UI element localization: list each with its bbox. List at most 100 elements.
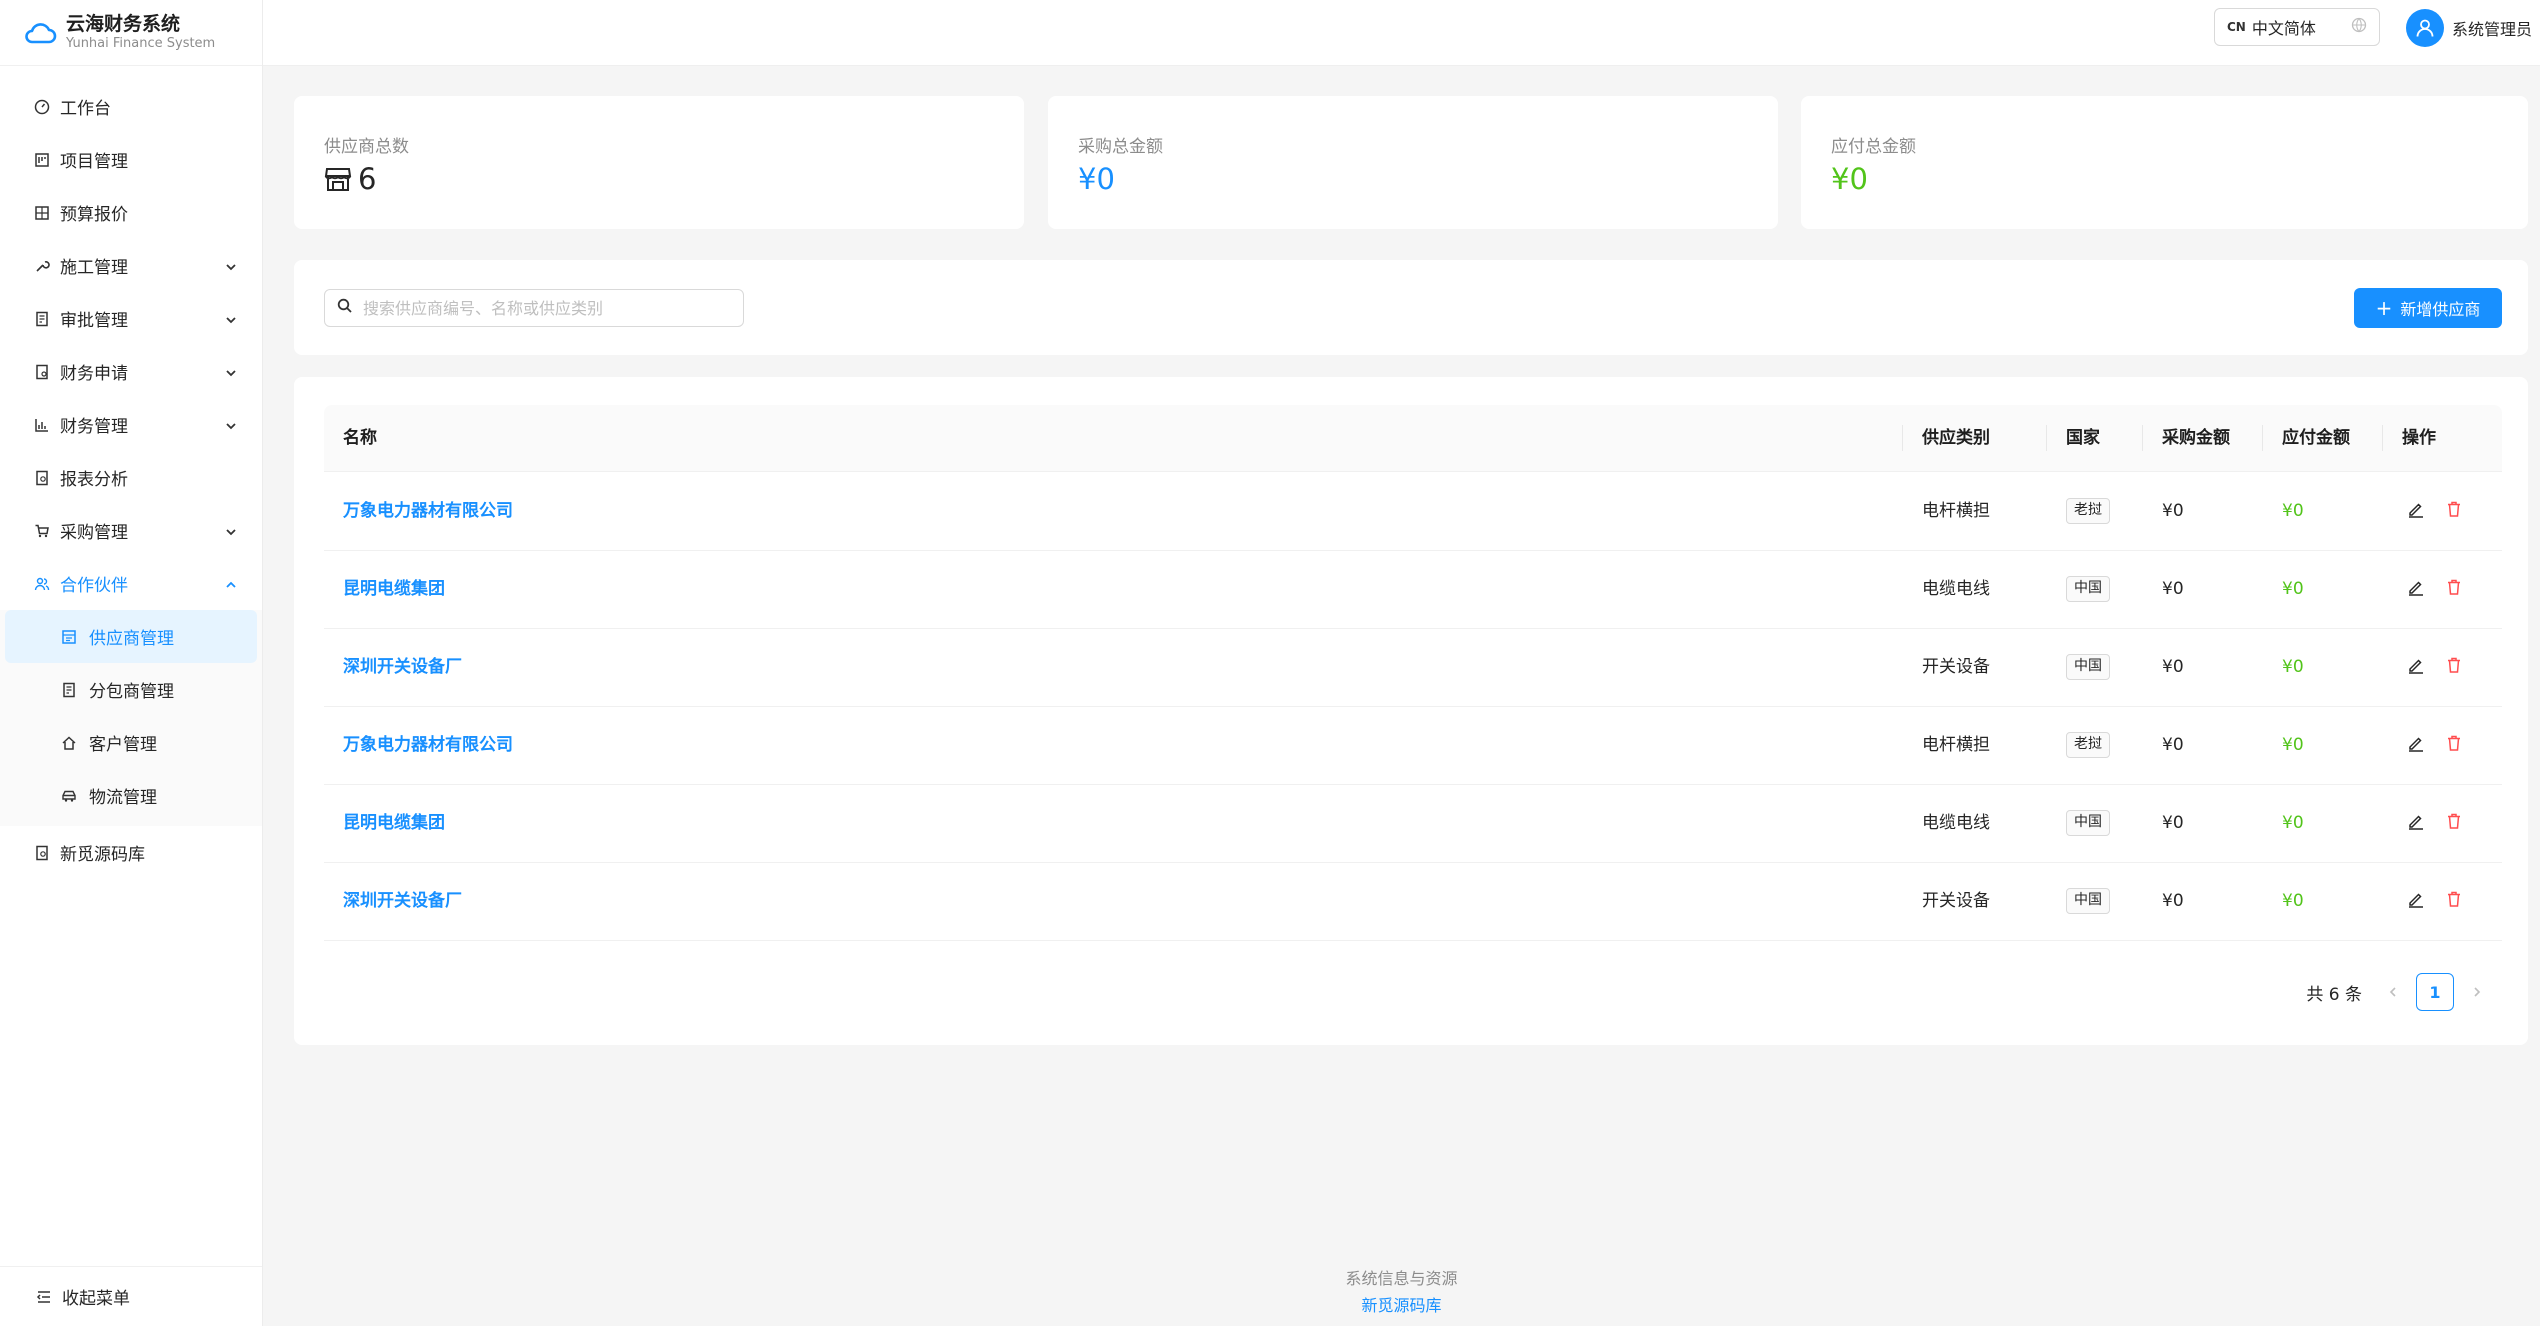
delete-button[interactable] bbox=[2444, 501, 2464, 521]
stat-value: ¥0 bbox=[1831, 162, 1868, 196]
delete-button[interactable] bbox=[2444, 579, 2464, 599]
chevron-down-icon bbox=[224, 312, 238, 326]
sidebar-item-finance[interactable]: 财务管理 bbox=[0, 398, 262, 451]
sidebar-item-projects[interactable]: 项目管理 bbox=[0, 133, 262, 186]
edit-button[interactable] bbox=[2406, 501, 2426, 521]
delete-button[interactable] bbox=[2444, 813, 2464, 833]
delete-icon bbox=[2445, 734, 2463, 757]
table-row: 深圳开关设备厂 开关设备 中国 ¥0 ¥0 bbox=[324, 862, 2502, 941]
plus-icon: + bbox=[2375, 296, 2393, 320]
edit-icon bbox=[2407, 734, 2425, 757]
footer-info-text: 系统信息与资源 bbox=[1345, 1269, 1458, 1288]
sidebar-item-label: 新觅源码库 bbox=[60, 845, 145, 865]
column-header-name: 名称 bbox=[343, 428, 377, 448]
supplier-name-link[interactable]: 昆明电缆集团 bbox=[343, 550, 445, 628]
supplier-table-card: 名称 供应类别 国家 采购金额 应付金额 操作 万象电力器材有限公司 电杆横担 … bbox=[294, 377, 2528, 1045]
sidebar-item-purchase[interactable]: 采购管理 bbox=[0, 504, 262, 557]
toolbar-card: + 新增供应商 bbox=[294, 260, 2528, 355]
payable-amount: ¥0 bbox=[2282, 735, 2304, 755]
stat-card-payable-total: 应付总金额 ¥0 bbox=[1801, 96, 2528, 229]
table-row: 深圳开关设备厂 开关设备 中国 ¥0 ¥0 bbox=[324, 628, 2502, 707]
home-icon bbox=[61, 735, 77, 751]
edit-icon bbox=[2407, 656, 2425, 679]
edit-icon bbox=[2407, 500, 2425, 523]
sidebar-item-logistics[interactable]: 物流管理 bbox=[5, 769, 257, 822]
supplier-category: 电杆横担 bbox=[1922, 735, 1990, 755]
sidebar-item-customers[interactable]: 客户管理 bbox=[5, 716, 257, 769]
supplier-category: 电缆电线 bbox=[1922, 813, 1990, 833]
collapse-menu-button[interactable]: 收起菜单 bbox=[0, 1266, 262, 1326]
search-input[interactable] bbox=[361, 297, 743, 319]
edit-button[interactable] bbox=[2406, 579, 2426, 599]
edit-button[interactable] bbox=[2406, 891, 2426, 911]
sidebar-item-label: 预算报价 bbox=[60, 205, 128, 225]
sidebar-item-budget[interactable]: 预算报价 bbox=[0, 186, 262, 239]
delete-button[interactable] bbox=[2444, 657, 2464, 677]
project-icon bbox=[34, 152, 50, 168]
delete-button[interactable] bbox=[2444, 735, 2464, 755]
search-box[interactable] bbox=[324, 289, 744, 327]
supplier-name-link[interactable]: 深圳开关设备厂 bbox=[343, 862, 462, 940]
cart-icon bbox=[34, 523, 50, 539]
sidebar-item-label: 合作伙伴 bbox=[60, 576, 128, 596]
sidebar-item-code-library[interactable]: 新觅源码库 bbox=[0, 826, 262, 879]
country-cell: 中国 bbox=[2066, 862, 2110, 940]
edit-button[interactable] bbox=[2406, 657, 2426, 677]
sidebar-item-label: 采购管理 bbox=[60, 523, 128, 543]
page-footer: 系统信息与资源 新觅源码库 bbox=[263, 1266, 2540, 1320]
country-tag: 中国 bbox=[2066, 654, 2110, 680]
table-row: 昆明电缆集团 电缆电线 中国 ¥0 ¥0 bbox=[324, 784, 2502, 863]
country-cell: 中国 bbox=[2066, 550, 2110, 628]
sidebar-menu: 工作台 项目管理 预算报价 施工管理 审批管理 财务申请 财务管理 报表分析 采… bbox=[0, 66, 262, 879]
user-name: 系统管理员 bbox=[2451, 20, 2532, 39]
user-menu[interactable]: 系统管理员 bbox=[2405, 8, 2532, 48]
column-header-actions: 操作 bbox=[2402, 428, 2436, 448]
sidebar-item-partners[interactable]: 合作伙伴 bbox=[0, 557, 262, 610]
column-header-purchase: 采购金额 bbox=[2162, 428, 2230, 448]
top-header: CN 中文简体 系统管理员 bbox=[263, 0, 2540, 66]
sidebar-item-reports[interactable]: 报表分析 bbox=[0, 451, 262, 504]
delete-button[interactable] bbox=[2444, 891, 2464, 911]
supplier-name-link[interactable]: 深圳开关设备厂 bbox=[343, 628, 462, 706]
footer-code-library-link[interactable]: 新觅源码库 bbox=[263, 1292, 2540, 1320]
column-separator bbox=[2262, 425, 2263, 451]
edit-button[interactable] bbox=[2406, 813, 2426, 833]
edit-button[interactable] bbox=[2406, 735, 2426, 755]
add-supplier-button[interactable]: + 新增供应商 bbox=[2354, 288, 2502, 328]
code-library-icon bbox=[34, 845, 50, 861]
next-page-button[interactable] bbox=[2462, 974, 2492, 1010]
brand[interactable]: 云海财务系统 Yunhai Finance System bbox=[0, 0, 262, 66]
edit-icon bbox=[2407, 812, 2425, 835]
chevron-left-icon bbox=[2389, 987, 2396, 997]
supplier-category: 开关设备 bbox=[1922, 657, 1990, 677]
page-number-button[interactable]: 1 bbox=[2416, 973, 2454, 1011]
sidebar-item-label: 供应商管理 bbox=[89, 629, 174, 649]
table-header: 名称 供应类别 国家 采购金额 应付金额 操作 bbox=[324, 405, 2502, 472]
table-row: 万象电力器材有限公司 电杆横担 老挝 ¥0 ¥0 bbox=[324, 706, 2502, 785]
payable-amount: ¥0 bbox=[2282, 891, 2304, 911]
sidebar-item-construction[interactable]: 施工管理 bbox=[0, 239, 262, 292]
subcontractor-icon bbox=[61, 682, 77, 698]
country-cell: 老挝 bbox=[2066, 472, 2110, 550]
supplier-name-link[interactable]: 万象电力器材有限公司 bbox=[343, 472, 513, 550]
sidebar-item-finance-apply[interactable]: 财务申请 bbox=[0, 345, 262, 398]
sidebar-item-dashboard[interactable]: 工作台 bbox=[0, 80, 262, 133]
shop-icon bbox=[324, 165, 352, 193]
stat-value: ¥0 bbox=[1078, 162, 1115, 196]
language-select[interactable]: CN 中文简体 bbox=[2214, 8, 2380, 46]
sidebar-item-subcontractors[interactable]: 分包商管理 bbox=[5, 663, 257, 716]
supplier-name-link[interactable]: 昆明电缆集团 bbox=[343, 784, 445, 862]
supplier-name-link[interactable]: 万象电力器材有限公司 bbox=[343, 706, 513, 784]
brand-subtitle: Yunhai Finance System bbox=[66, 35, 216, 51]
edit-icon bbox=[2407, 890, 2425, 913]
prev-page-button[interactable] bbox=[2378, 974, 2408, 1010]
sidebar-item-approval[interactable]: 审批管理 bbox=[0, 292, 262, 345]
stat-card-purchase-total: 采购总金额 ¥0 bbox=[1048, 96, 1778, 229]
delete-icon bbox=[2445, 500, 2463, 523]
delete-icon bbox=[2445, 890, 2463, 913]
sidebar-item-suppliers[interactable]: 供应商管理 bbox=[5, 610, 257, 663]
sidebar-item-label: 施工管理 bbox=[60, 258, 128, 278]
country-cell: 中国 bbox=[2066, 784, 2110, 862]
supplier-category: 电缆电线 bbox=[1922, 579, 1990, 599]
country-cell: 老挝 bbox=[2066, 706, 2110, 784]
